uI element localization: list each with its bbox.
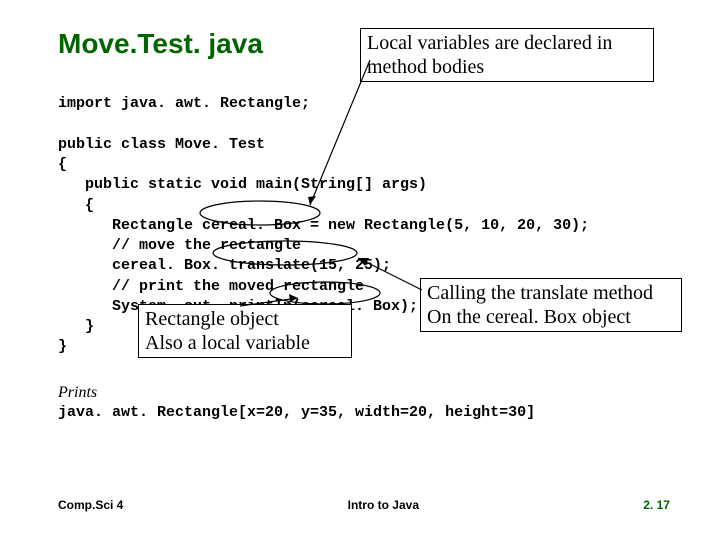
callout-text: Also a local variable [145,332,310,354]
callout-text: Calling the translate method [427,282,653,304]
callout-text: Rectangle object [145,308,279,330]
footer-page: 2. 17 [643,498,670,512]
code-line: { [58,156,67,173]
footer-center: Intro to Java [348,498,419,512]
code-line: // print the moved rectangle [58,278,364,295]
footer: Comp.Sci 4 Intro to Java 2. 17 [58,498,670,512]
code-line: public class Move. Test [58,136,265,153]
slide: Move.Test. java Local variables are decl… [0,0,720,540]
code-line: // move the rectangle [58,237,301,254]
output-line: java. awt. Rectangle[x=20, y=35, width=2… [58,404,670,421]
prints-label: Prints [58,384,670,402]
code-line: } [58,338,67,355]
code-line: import java. awt. Rectangle; [58,95,310,112]
code-line: } [58,318,94,335]
callout-text: On the cereal. Box object [427,306,631,328]
callout-translate-method: Calling the translate method On the cere… [420,278,682,332]
code-line: cereal. Box. translate(15, 25); [58,257,391,274]
callout-text: Local variables are declared in method b… [367,32,612,78]
code-line: public static void main(String[] args) [58,176,427,193]
callout-rectangle-object: Rectangle object Also a local variable [138,304,352,358]
code-line: Rectangle cereal. Box = new Rectangle(5,… [58,217,589,234]
callout-local-vars: Local variables are declared in method b… [360,28,654,82]
code-line: { [58,197,94,214]
footer-left: Comp.Sci 4 [58,498,123,512]
